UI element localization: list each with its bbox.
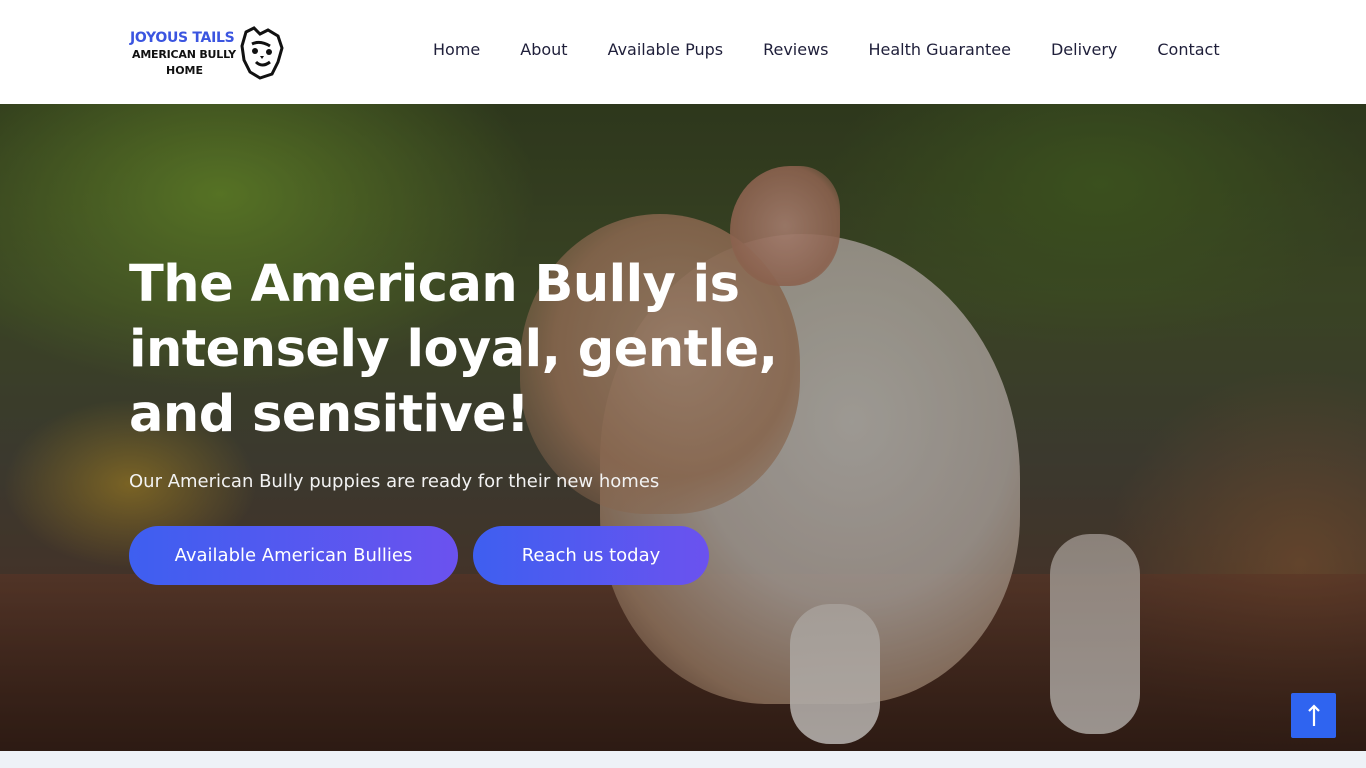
- hero-subtitle: Our American Bully puppies are ready for…: [129, 471, 660, 492]
- site-header: JOYOUS TAILS AMERICAN BULLY HOME Home Ab…: [0, 0, 1366, 104]
- nav-about[interactable]: About: [520, 40, 567, 59]
- scroll-to-top-button[interactable]: [1291, 693, 1336, 738]
- nav-contact[interactable]: Contact: [1157, 40, 1219, 59]
- nav-available-pups[interactable]: Available Pups: [608, 40, 724, 59]
- site-logo[interactable]: JOYOUS TAILS AMERICAN BULLY HOME: [130, 26, 285, 80]
- hero-title: The American Bully is intensely loyal, g…: [129, 255, 778, 444]
- available-bullies-button[interactable]: Available American Bullies: [129, 526, 458, 585]
- logo-text-line2: AMERICAN BULLY: [132, 48, 236, 61]
- hero-section: The American Bully is intensely loyal, g…: [0, 104, 1366, 751]
- arrow-up-icon: [1307, 703, 1320, 726]
- nav-delivery[interactable]: Delivery: [1051, 40, 1117, 59]
- reach-us-button-label: Reach us today: [521, 545, 661, 566]
- nav-health-guarantee[interactable]: Health Guarantee: [869, 40, 1011, 59]
- reach-us-button[interactable]: Reach us today: [473, 526, 709, 585]
- nav-reviews[interactable]: Reviews: [763, 40, 828, 59]
- available-bullies-button-label: Available American Bullies: [174, 545, 413, 566]
- main-nav: Home About Available Pups Reviews Health…: [433, 40, 1220, 59]
- nav-home[interactable]: Home: [433, 40, 480, 59]
- bulldog-head-icon: [240, 26, 284, 80]
- logo-text-line3: HOME: [166, 64, 204, 77]
- logo-text-line1: JOYOUS TAILS: [130, 30, 235, 46]
- next-section-edge: [0, 751, 1366, 768]
